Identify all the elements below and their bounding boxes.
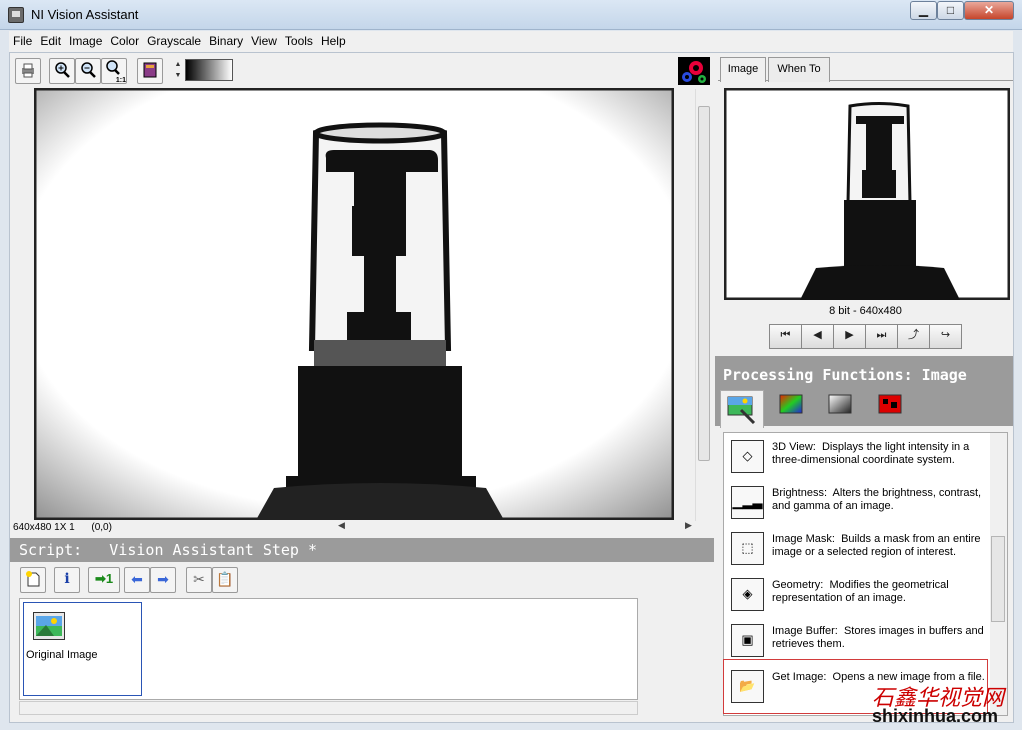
zoom-1to1-label: 1:1 xyxy=(115,77,126,84)
title-bar xyxy=(0,0,1022,30)
display-scroll-thumb[interactable] xyxy=(698,106,710,461)
printer-icon[interactable] xyxy=(15,58,41,84)
menu-bar: File Edit Image Color Grayscale Binary View Too… xyxy=(9,31,1013,52)
processing-function-tabs xyxy=(715,390,1013,428)
tab-when-to[interactable]: When To xyxy=(768,57,830,82)
zoom-in-icon[interactable] xyxy=(49,58,75,84)
bottle-image xyxy=(34,88,674,520)
function-image-buffer[interactable]: ▣ Image Buffer: Stores images in buffers… xyxy=(723,620,985,666)
binary-functions-icon[interactable] xyxy=(878,394,902,416)
function-3d-view[interactable]: ◇ 3D View: Displays the light intensity … xyxy=(723,436,985,482)
image-navigation: ⏮ ◀ ▶ ⏭ ⤴ ↪ xyxy=(769,324,962,349)
right-tabs: Image When To xyxy=(718,55,1013,82)
script-horizontal-scrollbar[interactable] xyxy=(19,701,638,715)
palette-gradient[interactable] xyxy=(185,59,233,81)
image-buffer-icon: ▣ xyxy=(731,624,764,657)
arrow-left-icon[interactable]: ⬅ xyxy=(124,567,150,593)
menu-grayscale[interactable]: Grayscale xyxy=(143,31,205,48)
function-name: Image Buffer: xyxy=(772,625,838,637)
image-preview xyxy=(724,88,1010,300)
original-image-icon xyxy=(33,612,65,640)
menu-binary[interactable]: Binary xyxy=(205,31,247,48)
function-name: Image Mask: xyxy=(772,533,835,545)
info-icon[interactable]: i xyxy=(54,567,80,593)
maximize-button[interactable]: □ xyxy=(937,1,964,20)
function-items: ◇ 3D View: Displays the light intensity … xyxy=(723,436,988,716)
menu-view[interactable]: View xyxy=(247,31,281,48)
get-image-icon: 📂 xyxy=(731,670,764,703)
function-list-scroll-thumb[interactable] xyxy=(991,536,1005,622)
zoom-out-icon[interactable] xyxy=(75,58,101,84)
menu-help[interactable]: Help xyxy=(317,31,350,48)
function-geometry[interactable]: ◈ Geometry: Modifies the geometrical rep… xyxy=(723,574,985,620)
previous-image-button[interactable]: ◀ xyxy=(801,324,834,349)
close-button[interactable]: ✕ xyxy=(964,1,1014,20)
export-image-button[interactable]: ⤴ xyxy=(897,324,930,349)
processing-functions-header: Processing Functions: Image xyxy=(715,356,1013,392)
function-name: 3D View: xyxy=(772,441,816,453)
image-mask-icon: ⬚ xyxy=(731,532,764,565)
scroll-left-arrow[interactable]: ◀ xyxy=(338,520,345,531)
function-brightness[interactable]: ▁▂▃ Brightness: Alters the brightness, c… xyxy=(723,482,985,528)
function-name: Geometry: xyxy=(772,579,824,591)
function-name: Get Image: xyxy=(772,671,827,683)
image-toolbar: 1:1 ▲ ▼ xyxy=(9,55,710,87)
script-header: Script: Vision Assistant Step * xyxy=(10,538,714,562)
paste-icon[interactable]: 📋 xyxy=(212,567,238,593)
scroll-right-arrow[interactable]: ▶ xyxy=(685,520,692,531)
function-name: Brightness: xyxy=(772,487,828,499)
first-image-button[interactable]: ⏮ xyxy=(769,324,802,349)
tab-image[interactable]: Image xyxy=(720,57,766,82)
book-icon[interactable] xyxy=(137,58,163,84)
menu-file[interactable]: File xyxy=(9,31,36,48)
last-image-button[interactable]: ⏭ xyxy=(865,324,898,349)
lut-spinner[interactable]: ▲ ▼ xyxy=(173,59,183,81)
gear-icon[interactable] xyxy=(678,57,710,85)
new-script-icon[interactable] xyxy=(20,567,46,593)
app-icon xyxy=(8,7,24,23)
menu-tools[interactable]: Tools xyxy=(281,31,317,48)
menu-edit[interactable]: Edit xyxy=(36,31,65,48)
menu-image[interactable]: Image xyxy=(65,31,106,48)
3d-view-icon: ◇ xyxy=(731,440,764,473)
arrow-right-icon[interactable]: ➡ xyxy=(150,567,176,593)
geometry-icon: ◈ xyxy=(731,578,764,611)
image-status-line: 640x480 1X 1 (0,0) xyxy=(13,522,112,533)
redo-image-button[interactable]: ↪ xyxy=(929,324,962,349)
image-display[interactable] xyxy=(34,88,674,520)
grayscale-functions-icon[interactable] xyxy=(828,394,852,416)
zoom-1to1-icon[interactable]: 1:1 xyxy=(101,58,127,84)
minimize-button[interactable]: ▁ xyxy=(910,1,937,20)
cut-icon[interactable]: ✂ xyxy=(186,567,212,593)
watermark-url: shixinhua.com xyxy=(872,706,999,726)
menu-color[interactable]: Color xyxy=(106,31,143,48)
preview-caption: 8 bit - 640x480 xyxy=(829,305,902,317)
step-label: Original Image xyxy=(26,649,98,661)
script-toolbar: i ➡1 ⬅ ➡ ✂ 📋 xyxy=(10,564,270,594)
brightness-icon: ▁▂▃ xyxy=(731,486,764,519)
run-step-icon[interactable]: ➡1 xyxy=(88,567,120,593)
next-image-button[interactable]: ▶ xyxy=(833,324,866,349)
window-title: NI Vision Assistant xyxy=(31,7,139,22)
tab-image-functions[interactable] xyxy=(720,390,764,428)
color-functions-icon[interactable] xyxy=(779,394,803,416)
function-image-mask[interactable]: ⬚ Image Mask: Builds a mask from an enti… xyxy=(723,528,985,574)
